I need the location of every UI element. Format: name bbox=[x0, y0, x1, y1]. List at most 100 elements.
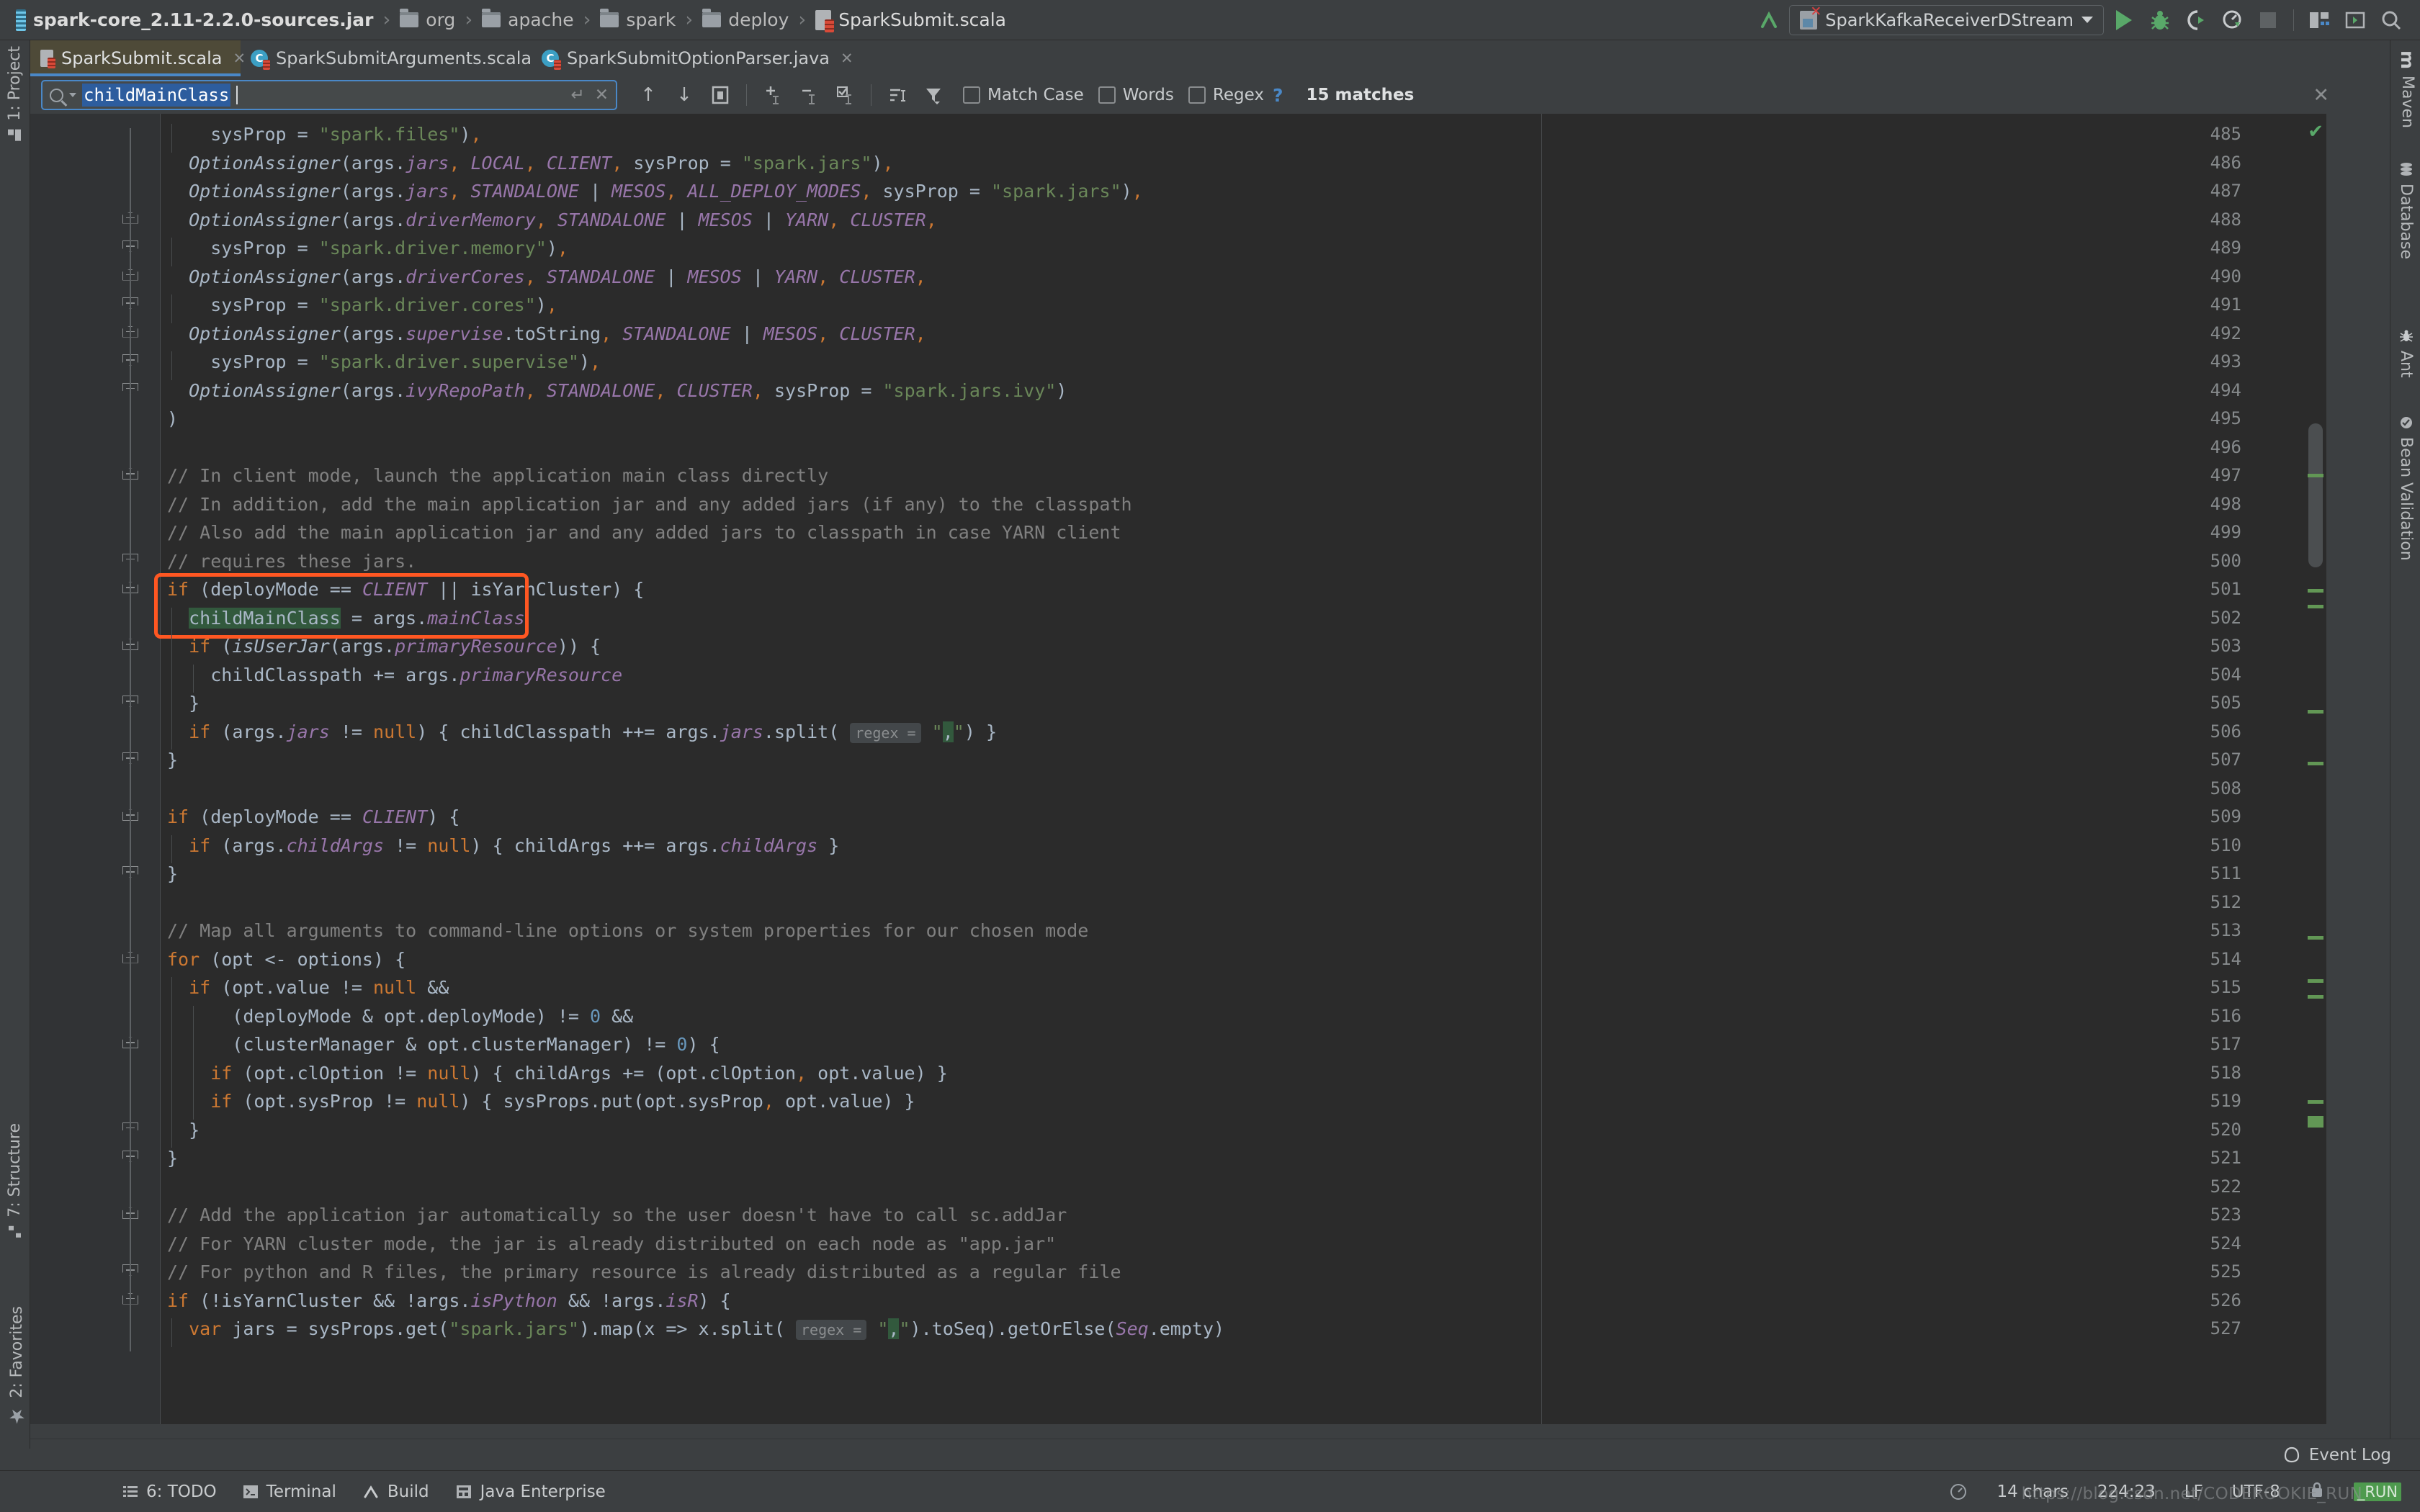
toggle-selection-icon[interactable] bbox=[830, 80, 860, 110]
find-previous-icon[interactable]: ↑ bbox=[633, 80, 663, 110]
code-line[interactable]: childMainClass = args.mainClass bbox=[167, 607, 525, 629]
match-case-option[interactable]: Match Case bbox=[963, 86, 1084, 104]
tab-sparksubmitoptionparser-java[interactable]: C SparkSubmitOptionParser.java ✕ bbox=[532, 40, 853, 76]
code-line[interactable]: if (deployMode == CLIENT) { bbox=[167, 806, 460, 827]
sidebar-item-project[interactable]: 1: Project bbox=[6, 46, 24, 143]
breadcrumb-item-jar[interactable]: spark-core_2.11-2.2.0-sources.jar bbox=[16, 9, 373, 31]
profile-button[interactable] bbox=[2216, 4, 2248, 36]
code-line[interactable]: if (args.childArgs != null) { childArgs … bbox=[167, 835, 839, 856]
stop-button[interactable] bbox=[2252, 4, 2284, 36]
caret-position-label[interactable]: 224:23 bbox=[2097, 1482, 2156, 1501]
toolwindow-java-enterprise[interactable]: Java Enterprise bbox=[455, 1482, 606, 1501]
words-checkbox[interactable] bbox=[1098, 86, 1116, 104]
editor-scrollbar[interactable]: ✔ bbox=[2305, 114, 2326, 1424]
run-with-coverage-button[interactable] bbox=[2180, 4, 2212, 36]
sidebar-item-database[interactable]: Database bbox=[2397, 161, 2415, 259]
code-line[interactable]: OptionAssigner(args.jars, STANDALONE | M… bbox=[167, 181, 1143, 202]
match-marker[interactable] bbox=[2308, 936, 2323, 940]
search-input[interactable]: childMainClass ↵ ✕ bbox=[41, 80, 617, 110]
code-line[interactable]: if (deployMode == CLIENT || isYarnCluste… bbox=[167, 579, 644, 600]
breadcrumb-item-org[interactable]: org bbox=[400, 9, 455, 30]
toolwindow-build[interactable]: Build bbox=[362, 1482, 429, 1501]
match-marker[interactable] bbox=[2308, 1116, 2323, 1128]
build-icon[interactable] bbox=[1753, 4, 1785, 36]
code-line[interactable]: var jars = sysProps.get("spark.jars").ma… bbox=[167, 1318, 1224, 1340]
match-marker[interactable] bbox=[2308, 762, 2323, 765]
sidebar-item-ant[interactable]: Ant bbox=[2397, 328, 2415, 378]
code-line[interactable]: if (!isYarnCluster && !args.isPython && … bbox=[167, 1290, 731, 1311]
close-find-bar-icon[interactable]: ✕ bbox=[2313, 84, 2329, 107]
clear-icon[interactable]: ✕ bbox=[595, 86, 609, 104]
indent-indicator[interactable] bbox=[1949, 1482, 1968, 1501]
sidebar-item-favorites[interactable]: ★ 2: Favorites bbox=[6, 1306, 28, 1427]
breadcrumb-item-deploy[interactable]: deploy bbox=[702, 9, 789, 30]
debug-button[interactable] bbox=[2144, 4, 2176, 36]
filter-icon[interactable] bbox=[918, 80, 949, 110]
regex-checkbox[interactable] bbox=[1188, 86, 1206, 104]
code-line[interactable]: if (opt.clOption != null) { childArgs +=… bbox=[167, 1063, 948, 1084]
toolwindow-terminal[interactable]: Terminal bbox=[243, 1482, 336, 1501]
add-selection-icon[interactable] bbox=[758, 80, 788, 110]
code-line[interactable]: // Also add the main application jar and… bbox=[167, 522, 1121, 543]
terminal-button[interactable] bbox=[2339, 4, 2371, 36]
project-structure-button[interactable] bbox=[2303, 4, 2335, 36]
code-line[interactable]: OptionAssigner(args.ivyRepoPath, STANDAL… bbox=[167, 380, 1067, 401]
code-line[interactable]: if (isUserJar(args.primaryResource)) { bbox=[167, 636, 601, 657]
code-line[interactable]: // Add the application jar automatically… bbox=[167, 1205, 1067, 1225]
code-line[interactable]: OptionAssigner(args.jars, LOCAL, CLIENT,… bbox=[167, 153, 893, 174]
branch-label[interactable]: _RUN bbox=[2353, 1482, 2401, 1501]
scrollbar-thumb[interactable] bbox=[2308, 423, 2323, 567]
code-line[interactable]: } bbox=[167, 1148, 178, 1169]
filter-sort-icon[interactable] bbox=[882, 80, 913, 110]
code-line[interactable]: sysProp = "spark.driver.cores"), bbox=[167, 294, 557, 315]
tab-sparksubmitarguments-scala[interactable]: C SparkSubmitArguments.scala ✕ bbox=[241, 40, 555, 76]
code-line[interactable]: // For YARN cluster mode, the jar is alr… bbox=[167, 1233, 1056, 1254]
code-line[interactable]: (deployMode & opt.deployMode) != 0 && bbox=[167, 1006, 633, 1027]
code-line[interactable]: // In client mode, launch the applicatio… bbox=[167, 465, 828, 486]
editor-gutter[interactable] bbox=[30, 114, 160, 1424]
code-line[interactable]: } bbox=[167, 750, 178, 770]
code-line[interactable]: // Map all arguments to command-line opt… bbox=[167, 920, 1088, 941]
code-line[interactable]: } bbox=[167, 863, 178, 884]
select-all-occurrences-icon[interactable] bbox=[705, 80, 735, 110]
code-line[interactable]: if (opt.value != null && bbox=[167, 977, 449, 998]
match-marker[interactable] bbox=[2308, 605, 2323, 608]
breadcrumb-item-spark[interactable]: spark bbox=[600, 9, 676, 30]
run-configuration-selector[interactable]: SparkKafkaReceiverDStream bbox=[1789, 4, 2104, 35]
event-log-label[interactable]: Event Log bbox=[2309, 1446, 2391, 1464]
code-line[interactable]: (clusterManager & opt.clusterManager) !=… bbox=[167, 1034, 720, 1055]
code-line[interactable]: OptionAssigner(args.driverCores, STANDAL… bbox=[167, 266, 926, 287]
sidebar-item-maven[interactable]: m Maven bbox=[2397, 50, 2418, 128]
code-line[interactable]: if (opt.sysProp != null) { sysProps.put(… bbox=[167, 1091, 915, 1112]
search-history-icon[interactable] bbox=[69, 93, 76, 97]
code-line[interactable]: OptionAssigner(args.driverMemory, STANDA… bbox=[167, 210, 937, 230]
tab-sparksubmit-scala[interactable]: SparkSubmit.scala ✕ bbox=[30, 40, 246, 76]
code-line[interactable]: // For python and R files, the primary r… bbox=[167, 1261, 1121, 1282]
words-option[interactable]: Words bbox=[1098, 86, 1174, 104]
code-line[interactable]: childClasspath += args.primaryResource bbox=[167, 665, 622, 685]
history-icon[interactable]: ↵ bbox=[570, 86, 584, 104]
code-editor[interactable]: sysProp = "spark.files"), OptionAssigner… bbox=[30, 114, 2326, 1424]
search-everywhere-button[interactable] bbox=[2375, 4, 2407, 36]
run-button[interactable] bbox=[2108, 4, 2140, 36]
code-line[interactable]: for (opt <- options) { bbox=[167, 949, 405, 970]
close-icon[interactable]: ✕ bbox=[841, 50, 853, 67]
lock-icon[interactable] bbox=[2309, 1480, 2325, 1503]
line-separator-label[interactable]: LF bbox=[2184, 1482, 2203, 1501]
help-icon[interactable]: ? bbox=[1273, 85, 1283, 106]
match-case-checkbox[interactable] bbox=[963, 86, 980, 104]
match-marker[interactable] bbox=[2308, 710, 2323, 714]
regex-option[interactable]: Regex bbox=[1188, 86, 1264, 104]
match-marker[interactable] bbox=[2308, 589, 2323, 593]
match-marker[interactable] bbox=[2308, 995, 2323, 999]
breadcrumb-item-apache[interactable]: apache bbox=[482, 9, 574, 30]
breadcrumb-item-file[interactable]: SparkSubmit.scala bbox=[815, 9, 1006, 32]
encoding-label[interactable]: UTF-8 bbox=[2232, 1482, 2280, 1501]
code-line[interactable]: // In addition, add the main application… bbox=[167, 494, 1132, 515]
code-line[interactable]: if (args.jars != null) { childClasspath … bbox=[167, 721, 997, 743]
toolwindow-todo[interactable]: 6: TODO bbox=[122, 1482, 217, 1501]
sidebar-item-structure[interactable]: 7: Structure bbox=[6, 1123, 24, 1240]
code-line[interactable]: sysProp = "spark.files"), bbox=[167, 124, 481, 145]
sidebar-item-bean-validation[interactable]: Bean Validation bbox=[2397, 415, 2415, 561]
code-line[interactable]: sysProp = "spark.driver.memory"), bbox=[167, 238, 568, 258]
